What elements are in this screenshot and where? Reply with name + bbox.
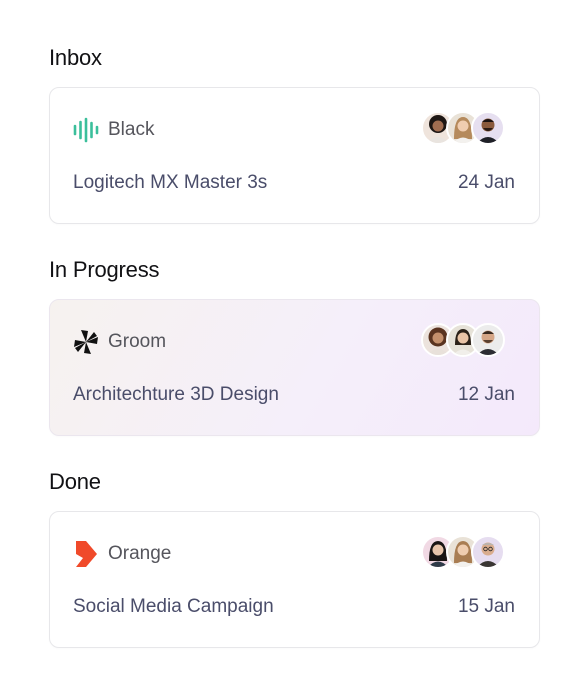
avatar bbox=[471, 323, 505, 357]
assignee-avatars[interactable] bbox=[421, 323, 505, 357]
brand-name: Groom bbox=[108, 331, 167, 352]
pinwheel-icon bbox=[72, 328, 100, 356]
due-date: 15 Jan bbox=[457, 596, 515, 617]
avatar bbox=[471, 111, 505, 145]
section-inbox: Inbox Black Logitech MX Master 3s 24 Jan bbox=[49, 43, 540, 224]
assignee-avatars[interactable] bbox=[421, 111, 505, 145]
due-date: 12 Jan bbox=[457, 384, 515, 405]
arrow-chevron-icon bbox=[72, 540, 100, 568]
brand: Black bbox=[72, 116, 154, 144]
section-title: In Progress bbox=[49, 257, 160, 282]
section-in-progress: In Progress Groom Architechture 3D Desig… bbox=[49, 255, 540, 436]
audio-wave-icon bbox=[72, 116, 100, 144]
due-date: 24 Jan bbox=[457, 172, 515, 193]
task-title: Social Media Campaign bbox=[73, 596, 274, 617]
assignee-avatars[interactable] bbox=[421, 535, 505, 569]
task-card[interactable]: Orange Social Media Campaign 15 Jan bbox=[49, 511, 540, 648]
avatar bbox=[471, 535, 505, 569]
section-title: Inbox bbox=[49, 45, 102, 70]
brand-name: Orange bbox=[108, 543, 172, 564]
task-title: Logitech MX Master 3s bbox=[73, 172, 268, 193]
brand: Groom bbox=[72, 328, 166, 356]
section-done: Done Orange Social Media Campaign 15 Jan bbox=[49, 467, 540, 648]
brand-name: Black bbox=[108, 119, 155, 140]
task-card[interactable]: Groom Architechture 3D Design 12 Jan bbox=[49, 299, 540, 436]
brand: Orange bbox=[72, 540, 171, 568]
task-title: Architechture 3D Design bbox=[73, 384, 279, 405]
section-title: Done bbox=[49, 469, 101, 494]
task-card[interactable]: Black Logitech MX Master 3s 24 Jan bbox=[49, 87, 540, 224]
